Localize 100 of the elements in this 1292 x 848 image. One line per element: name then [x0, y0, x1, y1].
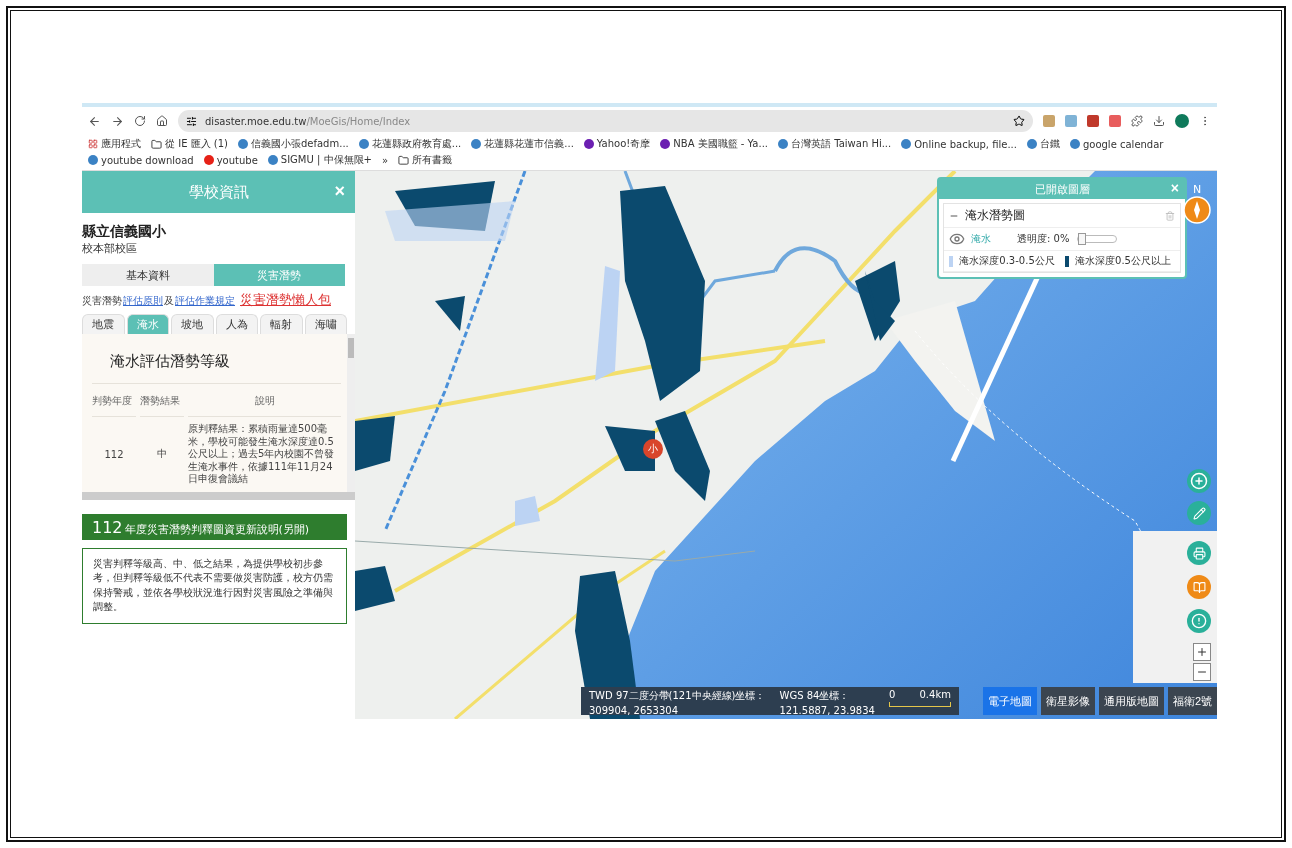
- basemap-button[interactable]: 通用版地圖: [1098, 687, 1164, 715]
- scale-bar: [888, 702, 951, 707]
- scale-end: 0.4km: [919, 689, 951, 700]
- hazard-tab[interactable]: 海嘯: [304, 314, 347, 334]
- bookmark-link[interactable]: google calendar: [1069, 138, 1164, 150]
- site-favicon-icon: [1069, 139, 1080, 149]
- layer-name: 淹水潛勢圖: [965, 207, 1025, 224]
- plus-circle-icon: [1190, 472, 1208, 490]
- bookmark-link[interactable]: 花蓮縣花蓮市信義...: [471, 137, 574, 151]
- legend-label: 淹水深度0.5公尺以上: [1075, 254, 1171, 268]
- bookmark-link[interactable]: youtube: [203, 154, 258, 166]
- hazard-tab[interactable]: 輻射: [260, 314, 303, 334]
- pencil-icon: [1192, 506, 1206, 520]
- scale-start: 0: [888, 689, 896, 700]
- extensions-puzzle-icon[interactable]: [1131, 115, 1143, 127]
- update-banner-link[interactable]: 112 年度災害潛勢判釋圖資更新說明(另開): [82, 513, 347, 540]
- slider-thumb[interactable]: [1078, 233, 1087, 245]
- site-favicon-icon: [88, 155, 98, 165]
- column-header: 判勢年度: [92, 384, 136, 417]
- site-favicon-icon: [203, 155, 214, 165]
- opacity-label: 透明度: 0%: [1017, 232, 1070, 246]
- forward-icon[interactable]: [111, 114, 124, 128]
- delete-icon[interactable]: [1165, 210, 1175, 221]
- hazard-tab[interactable]: 坡地: [171, 314, 214, 334]
- column-header: 說明: [188, 384, 341, 417]
- legend-label: 淹水深度0.3-0.5公尺: [959, 254, 1055, 268]
- bookmark-link[interactable]: youtube download: [88, 154, 194, 166]
- extension-icon[interactable]: [1043, 115, 1055, 127]
- reload-icon[interactable]: [134, 115, 146, 127]
- print-button[interactable]: [1187, 541, 1211, 565]
- links-prefix: 災害潛勢: [82, 294, 122, 308]
- wgs-value: 121.5887, 23.9834: [779, 705, 875, 716]
- bookmark-link[interactable]: 從 IE 匯入 (1): [151, 137, 228, 151]
- guide-link[interactable]: 災害潛勢懶人包: [240, 291, 331, 309]
- more-bookmarks-link[interactable]: »: [381, 154, 389, 166]
- horizontal-scrollbar[interactable]: [82, 491, 355, 500]
- sublayer-name: 淹水: [971, 232, 991, 246]
- bookmark-link[interactable]: 信義國小張defadm...: [237, 137, 349, 151]
- profile-avatar[interactable]: [1175, 114, 1189, 128]
- alert-button[interactable]: [1187, 609, 1211, 633]
- table-cell-text: 112: [103, 447, 125, 462]
- site-favicon-icon: [267, 155, 278, 165]
- bookmark-link[interactable]: Yahoo!奇摩: [583, 137, 651, 151]
- folder-icon: [398, 154, 410, 166]
- bookmark-link[interactable]: 台灣英語 Taiwan Hi...: [778, 137, 892, 151]
- basemap-button[interactable]: 福衛2號: [1167, 687, 1217, 715]
- site-favicon-icon: [583, 139, 594, 149]
- twd-value: 309904, 2653304: [589, 705, 680, 716]
- school-name: 縣立信義國小: [82, 223, 167, 241]
- site-favicon-icon: [358, 139, 369, 149]
- visibility-eye-icon[interactable]: [949, 231, 965, 247]
- print-icon: [1192, 546, 1206, 560]
- site-settings-icon[interactable]: [186, 115, 197, 127]
- all-bookmarks-link[interactable]: 所有書籤: [398, 153, 453, 167]
- zoom-in-button[interactable]: [1193, 643, 1211, 661]
- back-icon[interactable]: [88, 114, 101, 128]
- site-favicon-icon: [660, 139, 671, 149]
- alert-icon: [1191, 613, 1207, 629]
- book-icon: [1192, 580, 1206, 594]
- twd-label: TWD 97二度分帶(121中央經線)坐標：: [589, 689, 766, 703]
- apps-grid-icon: [88, 139, 98, 149]
- bookmark-star-icon[interactable]: [1013, 115, 1025, 127]
- bookmark-link[interactable]: 應用程式: [88, 137, 141, 151]
- zoom-out-button[interactable]: [1193, 663, 1211, 681]
- extension-icon[interactable]: [1087, 115, 1099, 127]
- url-path: /MoeGis/Home/Index: [306, 115, 411, 127]
- disclaimer-note: 災害判釋等級高、中、低之結果，為提供學校初步參考，但判釋等級低不代表不需要做災害防護，校方仍需保持警戒，並依各學校狀況進行因對災害風險之準備與調整。: [82, 547, 347, 624]
- site-favicon-icon: [237, 139, 248, 149]
- download-icon[interactable]: [1153, 115, 1165, 127]
- basemap-button[interactable]: 電子地圖: [982, 687, 1037, 715]
- site-favicon-icon: [778, 139, 789, 149]
- site-favicon-icon: [901, 139, 912, 149]
- extension-icon[interactable]: [1109, 115, 1121, 127]
- home-icon[interactable]: [156, 115, 168, 127]
- procedures-link[interactable]: 評估作業規定: [175, 294, 235, 308]
- bookmark-link[interactable]: 花蓮縣政府教育處...: [358, 137, 462, 151]
- table-cell-text: 中: [156, 447, 168, 462]
- table-cell-text: 原判釋結果：累積雨量達500毫米，學校可能發生淹水深度達0.5公尺以上；過去5年內校園不曾發生淹水事件，依據111年11月24日申復會議結: [188, 422, 336, 486]
- bookmark-link[interactable]: Online backup, file...: [901, 138, 1017, 150]
- url-host: disaster.moe.edu.tw: [205, 115, 307, 127]
- bookmark-link[interactable]: NBA 美國職籃 - Ya...: [660, 137, 769, 151]
- principles-link[interactable]: 評估原則: [123, 294, 163, 308]
- book-button[interactable]: [1187, 575, 1211, 599]
- campus-name: 校本部校區: [82, 241, 138, 256]
- address-bar[interactable]: disaster.moe.edu.tw/MoeGis/Home/Index: [178, 110, 1033, 132]
- extension-icon[interactable]: [1065, 115, 1077, 127]
- info-tab[interactable]: 基本資料: [82, 264, 214, 286]
- hazard-tab[interactable]: 人為: [215, 314, 258, 334]
- column-header: 潛勢結果: [140, 384, 184, 417]
- vertical-scrollbar[interactable]: [347, 334, 355, 492]
- north-label: N: [1192, 183, 1202, 196]
- bookmark-link[interactable]: 台鐵: [1026, 137, 1060, 151]
- basemap-button[interactable]: 衛星影像: [1040, 687, 1095, 715]
- hazard-tab[interactable]: 地震: [82, 314, 125, 334]
- links-joiner: 及: [164, 294, 174, 308]
- panel-title: 學校資訊: [188, 182, 249, 202]
- section-title: 淹水評估潛勢等級: [92, 342, 341, 384]
- site-favicon-icon: [1026, 139, 1037, 149]
- bookmark-link[interactable]: SIGMU | 中保無限+: [267, 153, 372, 167]
- layers-panel-title: 已開啟圖層: [1034, 181, 1090, 197]
